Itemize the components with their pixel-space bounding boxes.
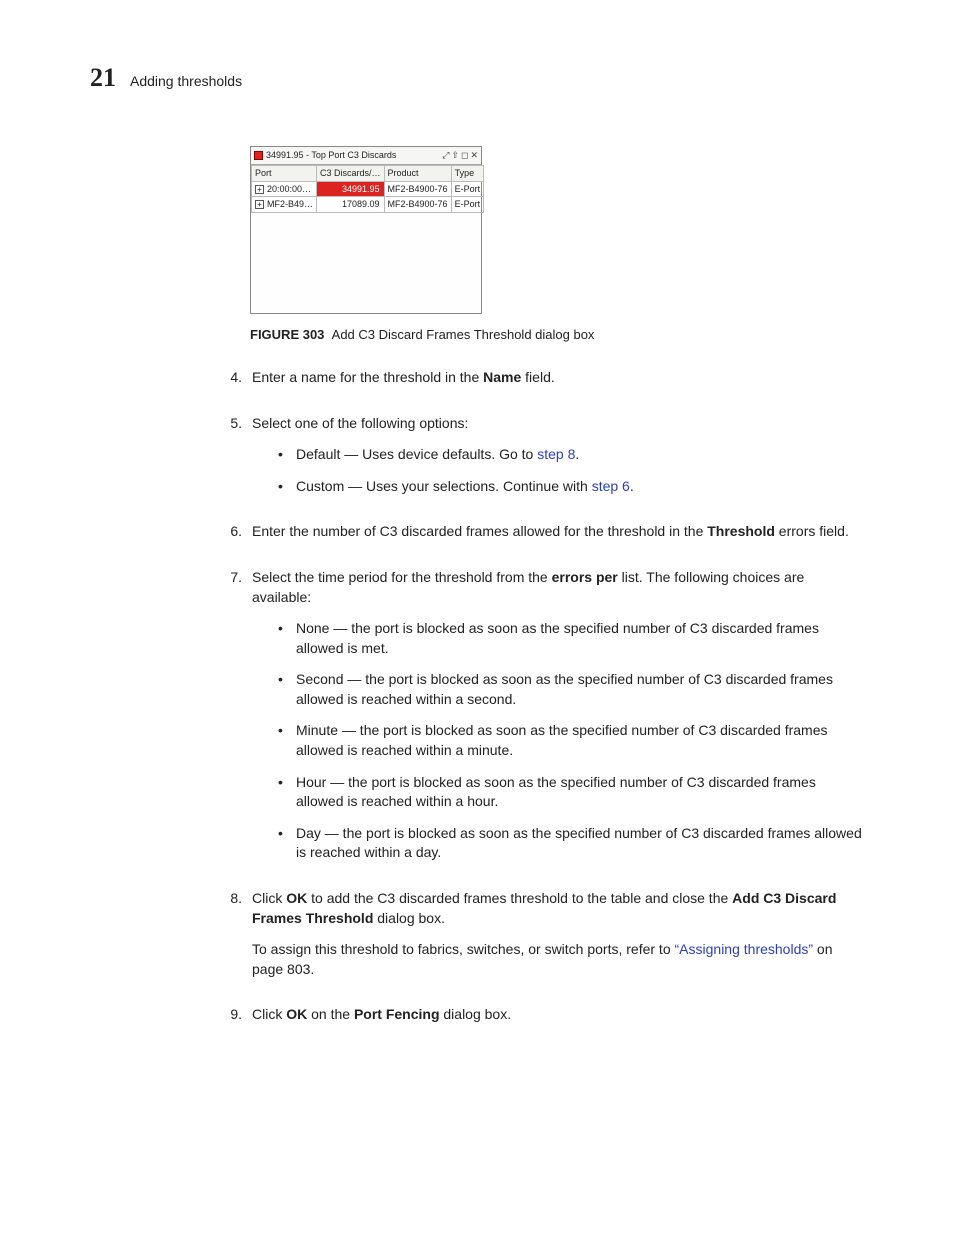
step-text: Click OK on the Port Fencing dialog box. bbox=[252, 1005, 864, 1025]
cell-port: +MF2-B49… bbox=[252, 197, 317, 213]
bold-name: Name bbox=[483, 369, 521, 385]
cell-type: E-Port bbox=[451, 197, 484, 213]
step-5: 5. Select one of the following options: … bbox=[220, 414, 864, 509]
figure-table: Port C3 Discards/… Product Type +20:00:0… bbox=[251, 165, 484, 213]
step-8: 8. Click OK to add the C3 discarded fram… bbox=[220, 889, 864, 991]
bold-port-fencing: Port Fencing bbox=[354, 1006, 440, 1022]
step-number: 5. bbox=[220, 414, 242, 509]
col-c3[interactable]: C3 Discards/… bbox=[317, 165, 385, 181]
step-text: Select one of the following options: bbox=[252, 414, 864, 434]
col-port[interactable]: Port bbox=[252, 165, 317, 181]
figure-screenshot: 34991.95 - Top Port C3 Discards ⤢ ⇧ ◻ ✕ … bbox=[250, 146, 864, 313]
figure-titlebar-controls: ⤢ ⇧ ◻ ✕ bbox=[442, 151, 478, 160]
col-product[interactable]: Product bbox=[384, 165, 451, 181]
step-number: 6. bbox=[220, 522, 242, 554]
color-swatch-icon bbox=[254, 151, 263, 160]
list-item: Default — Uses device defaults. Go to st… bbox=[278, 445, 864, 465]
cell-c3-highlight: 34991.95 bbox=[317, 181, 385, 197]
table-row[interactable]: +20:00:00… 34991.95 MF2-B4900-76 E-Port bbox=[252, 181, 484, 197]
figure-title-text: 34991.95 - Top Port C3 Discards bbox=[266, 149, 439, 162]
figure-caption-text: Add C3 Discard Frames Threshold dialog b… bbox=[332, 327, 595, 342]
col-type[interactable]: Type bbox=[451, 165, 484, 181]
link-step-6[interactable]: step 6 bbox=[592, 478, 630, 494]
expand-icon[interactable]: + bbox=[255, 200, 264, 209]
figure-panel: 34991.95 - Top Port C3 Discards ⤢ ⇧ ◻ ✕ … bbox=[250, 146, 482, 313]
step-number: 8. bbox=[220, 889, 242, 991]
table-header-row: Port C3 Discards/… Product Type bbox=[252, 165, 484, 181]
document-body: 4. Enter a name for the threshold in the… bbox=[220, 368, 864, 1037]
figure-label: FIGURE 303 bbox=[250, 327, 324, 342]
link-step-8[interactable]: step 8 bbox=[537, 446, 575, 462]
table-row[interactable]: +MF2-B49… 17089.09 MF2-B4900-76 E-Port bbox=[252, 197, 484, 213]
step-number: 4. bbox=[220, 368, 242, 400]
step-6: 6. Enter the number of C3 discarded fram… bbox=[220, 522, 864, 554]
bullet-list: Default — Uses device defaults. Go to st… bbox=[278, 445, 864, 496]
step-number: 9. bbox=[220, 1005, 242, 1037]
cell-type: E-Port bbox=[451, 181, 484, 197]
list-item: Hour — the port is blocked as soon as th… bbox=[278, 773, 864, 812]
cell-c3: 17089.09 bbox=[317, 197, 385, 213]
zoom-icon[interactable]: ⤢ bbox=[442, 151, 449, 160]
cell-product: MF2-B4900-76 bbox=[384, 181, 451, 197]
step-number: 7. bbox=[220, 568, 242, 875]
bold-errors-per: errors per bbox=[552, 569, 618, 585]
window-icon[interactable]: ◻ bbox=[461, 151, 468, 160]
bullet-list: None — the port is blocked as soon as th… bbox=[278, 619, 864, 863]
page-header: 21 Adding thresholds bbox=[90, 60, 864, 96]
step-text: Click OK to add the C3 discarded frames … bbox=[252, 889, 864, 928]
figure-titlebar: 34991.95 - Top Port C3 Discards ⤢ ⇧ ◻ ✕ bbox=[251, 147, 481, 165]
figure-caption: FIGURE 303 Add C3 Discard Frames Thresho… bbox=[250, 326, 864, 344]
bold-ok: OK bbox=[286, 890, 307, 906]
chapter-title: Adding thresholds bbox=[130, 72, 242, 92]
list-item: Second — the port is blocked as soon as … bbox=[278, 670, 864, 709]
list-item: Custom — Uses your selections. Continue … bbox=[278, 477, 864, 497]
step-9: 9. Click OK on the Port Fencing dialog b… bbox=[220, 1005, 864, 1037]
cell-product: MF2-B4900-76 bbox=[384, 197, 451, 213]
step-4: 4. Enter a name for the threshold in the… bbox=[220, 368, 864, 400]
step-text: Enter a name for the threshold in the Na… bbox=[252, 368, 864, 388]
link-assigning-thresholds[interactable]: “Assigning thresholds” bbox=[675, 941, 814, 957]
bold-threshold: Threshold bbox=[707, 523, 775, 539]
bold-ok: OK bbox=[286, 1006, 307, 1022]
step-list: 4. Enter a name for the threshold in the… bbox=[220, 368, 864, 1037]
pin-icon[interactable]: ⇧ bbox=[451, 151, 459, 160]
step-7: 7. Select the time period for the thresh… bbox=[220, 568, 864, 875]
figure-empty-area bbox=[251, 213, 481, 313]
list-item: Minute — the port is blocked as soon as … bbox=[278, 721, 864, 760]
list-item: Day — the port is blocked as soon as the… bbox=[278, 824, 864, 863]
close-icon[interactable]: ✕ bbox=[470, 151, 478, 160]
step-text: Enter the number of C3 discarded frames … bbox=[252, 522, 864, 542]
chapter-number: 21 bbox=[90, 60, 116, 96]
expand-icon[interactable]: + bbox=[255, 185, 264, 194]
cell-port: +20:00:00… bbox=[252, 181, 317, 197]
step-text: To assign this threshold to fabrics, swi… bbox=[252, 940, 864, 979]
step-text: Select the time period for the threshold… bbox=[252, 568, 864, 607]
list-item: None — the port is blocked as soon as th… bbox=[278, 619, 864, 658]
